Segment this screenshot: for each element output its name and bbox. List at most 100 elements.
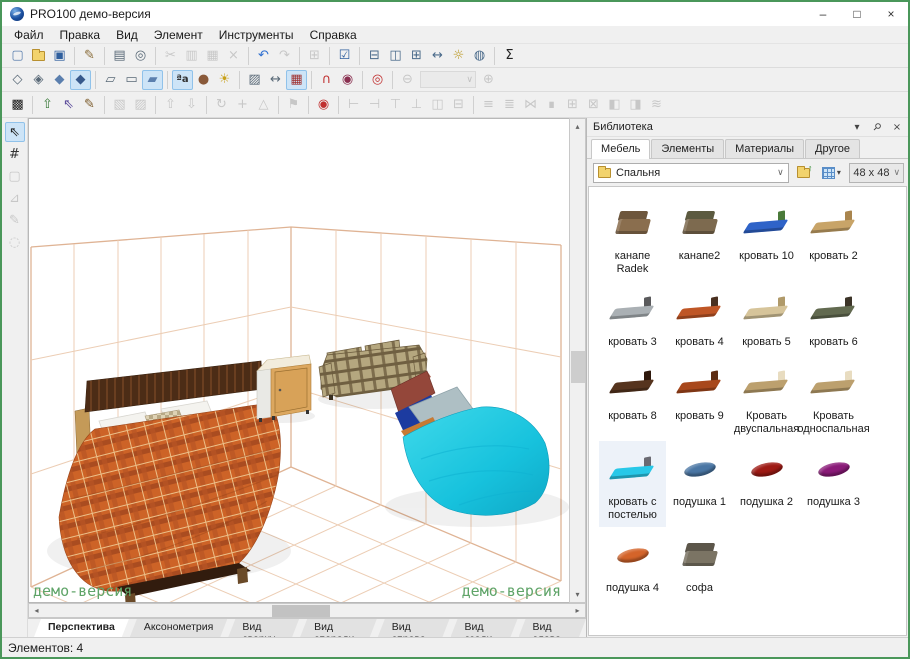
menu-справка[interactable]: Справка [302,26,365,43]
library-item-подушка-4[interactable]: подушка 4 [599,527,666,601]
view-mode-button[interactable]: ▾ [817,163,845,183]
move-up-button[interactable]: ⇧ [160,95,181,115]
maximize-button[interactable]: □ [840,2,874,26]
contours-on-button[interactable]: ▰ [142,69,163,90]
print-preview-button[interactable]: ◎ [130,46,151,66]
panel-structure-button[interactable]: ⊟ [364,46,385,66]
center-v-button[interactable]: ⊟ [448,95,469,115]
grid-toggle-button[interactable]: ▦ [286,69,307,90]
align-left-button[interactable]: ⊢ [343,95,364,115]
scroll-down-icon[interactable]: ▾ [570,587,585,602]
panel-info-button[interactable]: ◍ [469,46,490,66]
menu-файл[interactable]: Файл [6,26,52,43]
view-tab-вид-справа[interactable]: Вид справа [378,619,450,637]
space-v-button[interactable]: ⊠ [583,95,604,115]
chevron-down-icon[interactable]: ∨ [777,167,784,178]
open-file-button[interactable] [28,46,49,66]
mirror-button[interactable]: △ [253,95,274,115]
library-item-кровать-с-постелью[interactable]: кровать с постелью [599,441,666,528]
view-tab-перспектива[interactable]: Перспектива [34,619,129,637]
library-tab-материалы[interactable]: Материалы [725,139,805,158]
library-item-софа[interactable]: софа [666,527,733,601]
library-item-подушка-1[interactable]: подушка 1 [666,441,733,527]
minimize-button[interactable]: – [806,2,840,26]
snap-magnet-button[interactable]: ∩ [316,70,337,90]
library-item-кровать-3[interactable]: кровать 3 [599,281,666,355]
close-button[interactable]: × [874,2,908,26]
library-item-кровать-5[interactable]: кровать 5 [733,281,800,355]
textures-toggle-button[interactable]: ▨ [244,70,265,90]
lighting-button[interactable]: ☀ [214,70,235,90]
view-sketch-button[interactable]: ◈ [28,70,49,90]
view-wireframe-button[interactable]: ◇ [7,70,28,90]
scroll-left-icon[interactable]: ◂ [29,603,44,618]
dimension-tool-button[interactable]: # [5,144,25,164]
panel-close-button[interactable]: × [890,122,904,133]
angle-tool-button[interactable]: ⊿ [5,188,25,208]
menu-правка[interactable]: Правка [52,26,109,43]
delete-button[interactable]: × [223,46,244,66]
view-tab-аксонометрия[interactable]: Аксонометрия [130,619,227,637]
menu-элемент[interactable]: Элемент [146,26,211,43]
select-tool-button[interactable]: ⇖ [58,95,79,115]
align-right-button[interactable]: ⊣ [364,95,385,115]
library-item-кровать-9[interactable]: кровать 9 [666,355,733,441]
panel-object-tree-button[interactable]: ⊞ [406,46,427,66]
library-item-кровать-4[interactable]: кровать 4 [666,281,733,355]
panel-light-button[interactable]: ☼ [448,46,469,66]
view-tab-вид-спереди[interactable]: Вид спереди [300,619,377,637]
print-button[interactable]: ▤ [109,46,130,66]
vertical-scroll-thumb[interactable] [571,351,585,383]
viewport[interactable]: демо-версия демо-версия [28,118,569,603]
center-h-button[interactable]: ◫ [427,95,448,115]
draw-tool-button[interactable]: ✎ [79,95,100,115]
icon-size-combobox[interactable]: 48 x 48 ∨ [849,162,904,183]
view-tab-вид-сзади[interactable]: Вид сзади [451,619,518,637]
fit-width-button[interactable]: ⋈ [520,95,541,115]
library-item-кровать-односпальная[interactable]: Кровать односпальная [797,355,870,441]
dimensions-toggle-button[interactable]: ↔ [265,70,286,90]
panel-preview-button[interactable]: ◫ [385,46,406,66]
settings-button[interactable]: ☑ [334,46,355,66]
wave-button[interactable]: ≋ [646,95,667,115]
move-button[interactable]: + [232,95,253,115]
align-top-button[interactable]: ⊤ [385,95,406,115]
space-h-button[interactable]: ⊞ [562,95,583,115]
menu-инструменты[interactable]: Инструменты [211,26,302,43]
contours-dashed-button[interactable]: ▭ [121,70,142,90]
join-left-button[interactable]: ◧ [604,95,625,115]
library-item-подушка-3[interactable]: подушка 3 [800,441,867,527]
shape-tool-button[interactable]: ▢ [5,166,25,186]
library-tab-мебель[interactable]: Мебель [591,139,651,159]
view-textures-button[interactable]: ◆ [70,69,91,90]
category-combobox[interactable]: Спальня ∨ [593,162,789,183]
shading-button[interactable]: ● [193,70,214,90]
library-item-кровать-10[interactable]: кровать 10 [733,195,800,281]
panel-menu-button[interactable]: ▾ [850,122,864,133]
horizontal-scroll-thumb[interactable] [272,605,330,617]
price-calculation-button[interactable]: Σ [499,46,520,66]
paste-button[interactable]: ▦ [202,46,223,66]
distribute-v-button[interactable]: ≣ [499,95,520,115]
library-item-подушка-2[interactable]: подушка 2 [733,441,800,527]
redo-button[interactable]: ↷ [274,46,295,66]
library-item-канапе2[interactable]: канапе2 [666,195,733,281]
zoom-level[interactable]: ∨ [420,71,476,88]
library-tab-элементы[interactable]: Элементы [651,139,725,158]
library-item-кровать-2[interactable]: кровать 2 [800,195,867,281]
library-item-кровать-6[interactable]: кровать 6 [800,281,867,355]
library-item-кровать-8[interactable]: кровать 8 [599,355,666,441]
join-right-button[interactable]: ◨ [625,95,646,115]
panel-pin-button[interactable]: ⚲ [870,121,884,134]
flag-button[interactable]: ⚑ [283,95,304,115]
library-tab-другое[interactable]: Другое [805,139,860,158]
zoom-tool-button[interactable]: ◌ [5,232,25,252]
horizontal-scrollbar[interactable]: ◂ ▸ [28,603,586,618]
rotate-button[interactable]: ↻ [211,95,232,115]
view-tab-вид-сверху[interactable]: Вид сверху [228,619,299,637]
fit-height-button[interactable]: ∎ [541,95,562,115]
scene-3d[interactable] [29,119,569,603]
pointer-tool-button[interactable]: ⇖ [4,122,25,142]
zoom-in-button[interactable]: ⊕ [478,70,499,90]
snap-objects-button[interactable]: ◉ [337,70,358,90]
